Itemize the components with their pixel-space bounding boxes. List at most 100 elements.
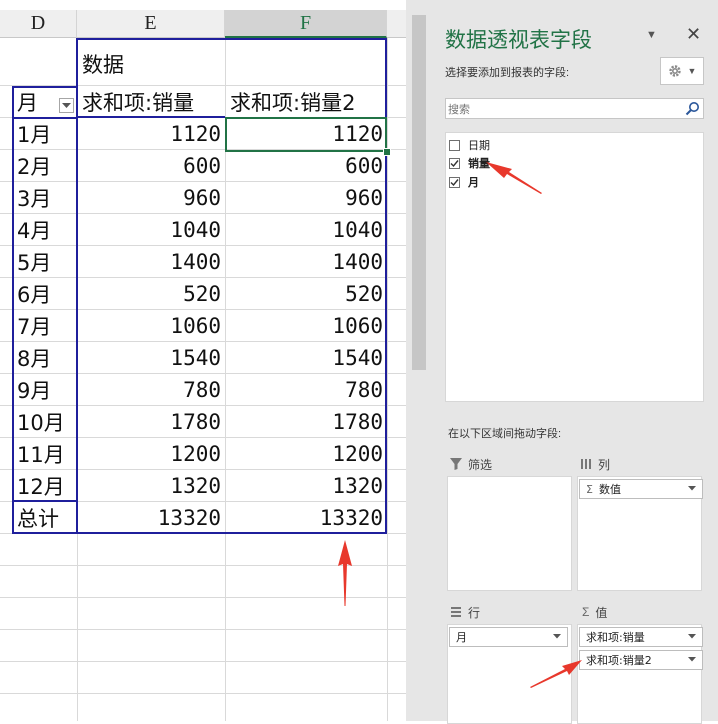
column-header-g[interactable]	[387, 10, 406, 38]
columns-area-header: 列	[580, 454, 610, 474]
row-label-month[interactable]: 5月	[13, 246, 77, 277]
row-label-month[interactable]: 7月	[13, 310, 77, 341]
fill-handle[interactable]	[383, 148, 391, 156]
row-filter-dropdown[interactable]	[59, 98, 74, 113]
row-value-sum-sales[interactable]: 960	[78, 182, 225, 213]
active-cell-cursor	[225, 117, 387, 152]
row-value-sum-sales2[interactable]: 1060	[226, 310, 387, 341]
row-value-sum-sales[interactable]: 1320	[78, 470, 225, 501]
pivot-data-label[interactable]: 数据	[78, 48, 378, 79]
row-label-month[interactable]: 3月	[13, 182, 77, 213]
row-value-sum-sales[interactable]: 1040	[78, 214, 225, 245]
columns-field-chip[interactable]: Σ 数值	[579, 479, 703, 499]
values-area-header: Σ 值	[582, 602, 607, 622]
total-label[interactable]: 总计	[13, 502, 77, 533]
scrollbar-thumb[interactable]	[412, 15, 426, 370]
spreadsheet-grid[interactable]: D E F 数据 月 求和项:销量 求和项:销量2 1月 1120 1120 2月 60…	[0, 0, 406, 721]
sum-icon: Σ	[586, 482, 593, 496]
row-label-month[interactable]: 4月	[13, 214, 77, 245]
row-field-header[interactable]: 月	[13, 86, 63, 117]
row-label-month[interactable]: 9月	[13, 374, 77, 405]
area-title: 值	[595, 605, 608, 620]
tools-button[interactable]: ▼	[660, 57, 704, 85]
pane-subtitle: 选择要添加到报表的字段:	[445, 67, 570, 79]
gridline-h	[0, 693, 406, 694]
sum-icon: Σ	[582, 605, 590, 619]
gear-icon	[668, 65, 681, 77]
total-value-1[interactable]: 13320	[78, 502, 225, 533]
row-label-month[interactable]: 10月	[13, 406, 77, 437]
vertical-scrollbar[interactable]	[406, 0, 432, 721]
checkbox-sales[interactable]	[449, 157, 460, 169]
checkmark-icon	[450, 178, 459, 186]
drag-areas-hint: 在以下区域间拖动字段:	[448, 428, 562, 440]
filters-area[interactable]	[447, 476, 572, 591]
row-value-sum-sales[interactable]: 1780	[78, 406, 225, 437]
pivot-fields-pane: 数据透视表字段 ▼ ✕ 选择要添加到报表的字段: ▼ 日期 销量	[432, 0, 718, 724]
values-field-chip-1[interactable]: 求和项:销量	[579, 627, 703, 647]
chip-label: 求和项:销量	[586, 631, 645, 644]
row-label-month[interactable]: 6月	[13, 278, 77, 309]
row-value-sum-sales2[interactable]: 960	[226, 182, 387, 213]
row-value-sum-sales2[interactable]: 1780	[226, 406, 387, 437]
filters-area-header: 筛选	[450, 454, 492, 474]
chevron-down-icon[interactable]	[688, 657, 696, 662]
pivot-border	[76, 38, 78, 534]
row-label-month[interactable]: 1月	[13, 118, 77, 149]
field-list: 日期 销量 月	[445, 132, 704, 402]
row-value-sum-sales2[interactable]: 1540	[226, 342, 387, 373]
chevron-down-icon[interactable]	[688, 486, 696, 491]
area-title: 筛选	[468, 457, 493, 472]
gridline-h	[0, 629, 406, 630]
row-value-sum-sales[interactable]: 1060	[78, 310, 225, 341]
checkbox-date[interactable]	[449, 139, 460, 151]
pivot-border	[77, 38, 387, 40]
field-item-month[interactable]: 月	[449, 174, 479, 190]
value-header-2[interactable]: 求和项:销量2	[226, 86, 387, 117]
row-value-sum-sales[interactable]: 600	[78, 150, 225, 181]
row-value-sum-sales2[interactable]: 1320	[226, 470, 387, 501]
row-value-sum-sales[interactable]: 1540	[78, 342, 225, 373]
chevron-down-icon: ▼	[687, 66, 697, 76]
row-label-month[interactable]: 12月	[13, 470, 77, 501]
row-value-sum-sales2[interactable]: 1400	[226, 246, 387, 277]
row-value-sum-sales2[interactable]: 600	[226, 150, 387, 181]
value-header-1[interactable]: 求和项:销量	[78, 86, 225, 117]
checkmark-icon	[450, 159, 459, 167]
pivot-border	[12, 500, 78, 502]
row-value-sum-sales[interactable]: 780	[78, 374, 225, 405]
row-value-sum-sales[interactable]: 1200	[78, 438, 225, 469]
row-value-sum-sales[interactable]: 1120	[78, 118, 225, 149]
values-field-chip-2[interactable]: 求和项:销量2	[579, 650, 703, 670]
chevron-down-icon[interactable]	[688, 634, 696, 639]
row-value-sum-sales[interactable]: 520	[78, 278, 225, 309]
row-value-sum-sales2[interactable]: 780	[226, 374, 387, 405]
column-header-d[interactable]: D	[0, 10, 77, 38]
row-value-sum-sales[interactable]: 1400	[78, 246, 225, 277]
column-header-f[interactable]: F	[225, 10, 387, 38]
field-item-sales[interactable]: 销量	[449, 155, 490, 171]
pane-options-dropdown-icon[interactable]: ▼	[646, 29, 657, 41]
area-title: 行	[468, 605, 481, 620]
row-label-month[interactable]: 11月	[13, 438, 77, 469]
rows-icon	[451, 607, 461, 617]
pivot-border	[385, 38, 387, 534]
field-item-date[interactable]: 日期	[449, 137, 490, 153]
search-input[interactable]	[446, 99, 678, 118]
row-label-month[interactable]: 8月	[13, 342, 77, 373]
column-header-e[interactable]: E	[77, 10, 225, 38]
row-value-sum-sales2[interactable]: 1040	[226, 214, 387, 245]
filter-dropdown-icon	[62, 102, 71, 108]
pivot-border	[12, 86, 14, 534]
field-search-box[interactable]	[445, 98, 704, 119]
close-icon[interactable]: ✕	[686, 24, 701, 45]
rows-field-chip[interactable]: 月	[449, 627, 568, 647]
row-value-sum-sales2[interactable]: 520	[226, 278, 387, 309]
total-value-2[interactable]: 13320	[226, 502, 387, 533]
search-icon[interactable]	[685, 101, 700, 116]
row-label-month[interactable]: 2月	[13, 150, 77, 181]
checkbox-month[interactable]	[449, 176, 460, 188]
chip-label: 月	[456, 631, 467, 644]
chevron-down-icon[interactable]	[553, 634, 561, 639]
row-value-sum-sales2[interactable]: 1200	[226, 438, 387, 469]
